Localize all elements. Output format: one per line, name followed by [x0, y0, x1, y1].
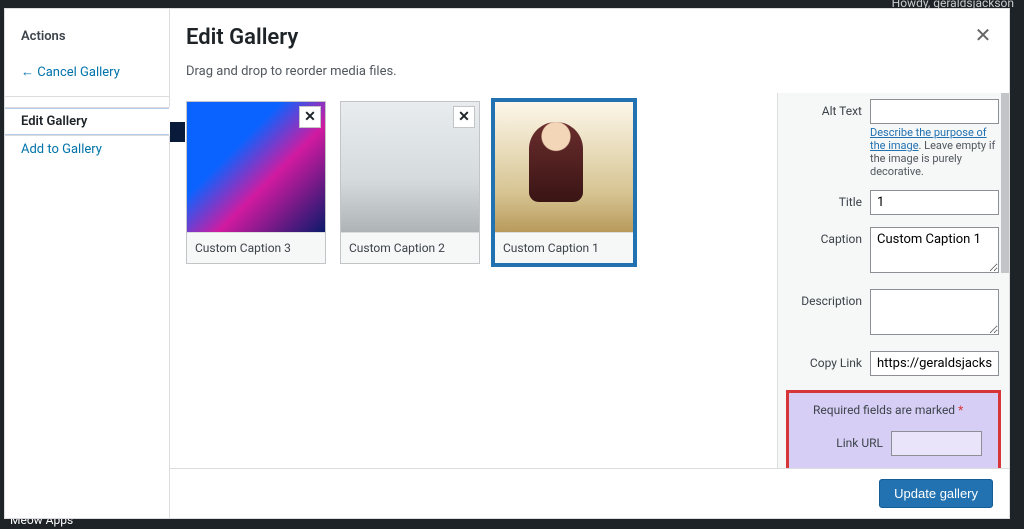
thumb-caption: Custom Caption 3	[187, 232, 325, 263]
thumb-image	[495, 102, 633, 232]
link-fields-highlight: Required fields are marked * Link URL Li…	[786, 390, 1001, 468]
alt-text-input[interactable]	[870, 99, 999, 124]
copy-link-label: Copy Link	[788, 351, 862, 370]
close-icon: ✕	[975, 23, 992, 47]
required-asterisk: *	[958, 403, 963, 417]
modal-title: Edit Gallery	[186, 25, 993, 50]
required-note: Required fields are marked *	[795, 403, 992, 425]
gallery-thumb-selected[interactable]: ✕ Custom Caption 1	[494, 101, 634, 264]
edit-gallery-tab[interactable]: Edit Gallery	[5, 107, 170, 136]
cancel-gallery-link[interactable]: Cancel Gallery	[5, 58, 169, 86]
title-input[interactable]	[870, 190, 999, 215]
modal-footer: Update gallery	[170, 468, 1009, 518]
remove-thumb-button[interactable]: ✕	[299, 106, 321, 128]
description-textarea[interactable]	[870, 289, 999, 335]
modal-main: Edit Gallery ✕ Drag and drop to reorder …	[170, 9, 1009, 518]
close-icon: ✕	[304, 109, 316, 125]
modal-subtitle: Drag and drop to reorder media files.	[170, 60, 1009, 93]
gallery-thumb[interactable]: ✕ Custom Caption 2	[340, 101, 480, 264]
caption-textarea[interactable]: Custom Caption 1	[870, 227, 999, 273]
description-label: Description	[788, 289, 862, 308]
sidebar-separator	[5, 96, 169, 97]
link-url-label: Link URL	[805, 431, 883, 450]
title-label: Title	[788, 190, 862, 209]
add-to-gallery-tab[interactable]: Add to Gallery	[5, 136, 169, 163]
wp-admin-bar: Howdy, geraldsjackson	[0, 0, 1024, 6]
gallery-thumb[interactable]: ✕ Custom Caption 3	[186, 101, 326, 264]
modal-close-button[interactable]: ✕	[969, 21, 997, 49]
thumb-caption: Custom Caption 2	[341, 232, 479, 263]
gallery-grid[interactable]: ✕ Custom Caption 3 ✕ Custom Caption 2 ✕ …	[170, 93, 777, 468]
modal-sidebar: Actions Cancel Gallery Edit Gallery Add …	[5, 9, 170, 518]
copy-link-input[interactable]	[870, 351, 999, 376]
alt-text-hint: Describe the purpose of the image. Leave…	[870, 124, 999, 178]
update-gallery-button[interactable]: Update gallery	[879, 479, 993, 508]
thumb-caption: Custom Caption 1	[495, 232, 633, 263]
actions-heading: Actions	[5, 19, 169, 58]
required-text: Required fields are marked	[813, 403, 958, 417]
remove-thumb-button[interactable]: ✕	[453, 106, 475, 128]
caption-label: Caption	[788, 227, 862, 246]
close-icon: ✕	[458, 109, 470, 125]
modal-header: Edit Gallery ✕	[170, 9, 1009, 60]
alt-text-label: Alt Text	[788, 99, 862, 118]
media-modal: Actions Cancel Gallery Edit Gallery Add …	[4, 8, 1010, 519]
link-url-input[interactable]	[891, 431, 982, 456]
attachment-details: Alt Text Describe the purpose of the ima…	[777, 93, 1009, 468]
